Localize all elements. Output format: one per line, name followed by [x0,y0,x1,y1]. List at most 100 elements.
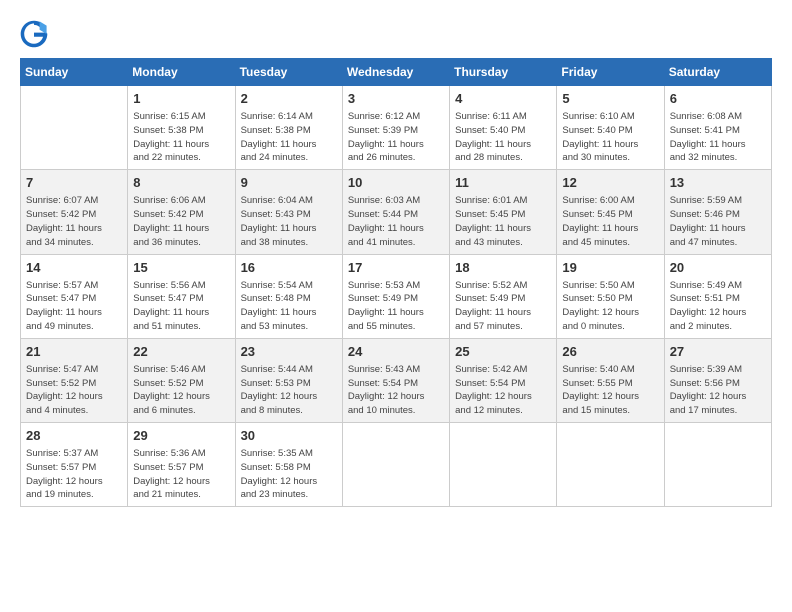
calendar-cell: 22 Sunrise: 5:46 AM Sunset: 5:52 PM Dayli… [128,338,235,422]
calendar-cell [21,86,128,170]
day-info: Sunrise: 6:01 AM Sunset: 5:45 PM Dayligh… [455,194,551,249]
day-number: 20 [670,259,766,277]
day-info: Sunrise: 5:43 AM Sunset: 5:54 PM Dayligh… [348,363,444,418]
day-info: Sunrise: 5:50 AM Sunset: 5:50 PM Dayligh… [562,279,658,334]
calendar-cell: 21 Sunrise: 5:47 AM Sunset: 5:52 PM Dayli… [21,338,128,422]
calendar-header-row: SundayMondayTuesdayWednesdayThursdayFrid… [21,59,772,86]
calendar-cell: 13 Sunrise: 5:59 AM Sunset: 5:46 PM Dayli… [664,170,771,254]
calendar-table: SundayMondayTuesdayWednesdayThursdayFrid… [20,58,772,507]
day-info: Sunrise: 5:46 AM Sunset: 5:52 PM Dayligh… [133,363,229,418]
day-number: 25 [455,343,551,361]
day-number: 8 [133,174,229,192]
day-info: Sunrise: 5:44 AM Sunset: 5:53 PM Dayligh… [241,363,337,418]
page-wrapper: SundayMondayTuesdayWednesdayThursdayFrid… [20,20,772,507]
calendar-cell: 6 Sunrise: 6:08 AM Sunset: 5:41 PM Daylig… [664,86,771,170]
day-number: 6 [670,90,766,108]
calendar-cell: 1 Sunrise: 6:15 AM Sunset: 5:38 PM Daylig… [128,86,235,170]
calendar-cell [342,423,449,507]
day-info: Sunrise: 5:36 AM Sunset: 5:57 PM Dayligh… [133,447,229,502]
calendar-cell: 10 Sunrise: 6:03 AM Sunset: 5:44 PM Dayli… [342,170,449,254]
day-number: 2 [241,90,337,108]
calendar-cell: 5 Sunrise: 6:10 AM Sunset: 5:40 PM Daylig… [557,86,664,170]
calendar-week-row: 14 Sunrise: 5:57 AM Sunset: 5:47 PM Dayli… [21,254,772,338]
calendar-cell: 9 Sunrise: 6:04 AM Sunset: 5:43 PM Daylig… [235,170,342,254]
day-number: 3 [348,90,444,108]
calendar-cell [450,423,557,507]
day-number: 16 [241,259,337,277]
day-header-saturday: Saturday [664,59,771,86]
day-info: Sunrise: 6:06 AM Sunset: 5:42 PM Dayligh… [133,194,229,249]
calendar-week-row: 28 Sunrise: 5:37 AM Sunset: 5:57 PM Dayli… [21,423,772,507]
day-number: 14 [26,259,122,277]
day-info: Sunrise: 5:57 AM Sunset: 5:47 PM Dayligh… [26,279,122,334]
calendar-cell: 14 Sunrise: 5:57 AM Sunset: 5:47 PM Dayli… [21,254,128,338]
day-info: Sunrise: 6:00 AM Sunset: 5:45 PM Dayligh… [562,194,658,249]
logo [20,20,52,48]
day-info: Sunrise: 6:11 AM Sunset: 5:40 PM Dayligh… [455,110,551,165]
day-number: 13 [670,174,766,192]
calendar-cell: 11Sunrise: 6:01 AM Sunset: 5:45 PM Dayli… [450,170,557,254]
day-info: Sunrise: 5:59 AM Sunset: 5:46 PM Dayligh… [670,194,766,249]
day-number: 24 [348,343,444,361]
day-number: 5 [562,90,658,108]
day-info: Sunrise: 5:40 AM Sunset: 5:55 PM Dayligh… [562,363,658,418]
day-header-sunday: Sunday [21,59,128,86]
day-info: Sunrise: 6:14 AM Sunset: 5:38 PM Dayligh… [241,110,337,165]
calendar-cell: 4 Sunrise: 6:11 AM Sunset: 5:40 PM Daylig… [450,86,557,170]
calendar-cell: 24 Sunrise: 5:43 AM Sunset: 5:54 PM Dayli… [342,338,449,422]
day-number: 7 [26,174,122,192]
day-number: 19 [562,259,658,277]
logo-icon [20,20,48,48]
calendar-week-row: 21 Sunrise: 5:47 AM Sunset: 5:52 PM Dayli… [21,338,772,422]
calendar-cell: 2 Sunrise: 6:14 AM Sunset: 5:38 PM Daylig… [235,86,342,170]
day-number: 27 [670,343,766,361]
day-number: 1 [133,90,229,108]
day-header-monday: Monday [128,59,235,86]
day-number: 21 [26,343,122,361]
calendar-cell: 29 Sunrise: 5:36 AM Sunset: 5:57 PM Dayli… [128,423,235,507]
calendar-cell: 7Sunrise: 6:07 AM Sunset: 5:42 PM Daylig… [21,170,128,254]
calendar-cell [557,423,664,507]
calendar-cell: 19 Sunrise: 5:50 AM Sunset: 5:50 PM Dayli… [557,254,664,338]
calendar-cell: 16 Sunrise: 5:54 AM Sunset: 5:48 PM Dayli… [235,254,342,338]
calendar-cell: 20Sunrise: 5:49 AM Sunset: 5:51 PM Dayli… [664,254,771,338]
calendar-cell [664,423,771,507]
day-info: Sunrise: 6:08 AM Sunset: 5:41 PM Dayligh… [670,110,766,165]
day-header-tuesday: Tuesday [235,59,342,86]
day-number: 15 [133,259,229,277]
calendar-cell: 15 Sunrise: 5:56 AM Sunset: 5:47 PM Dayli… [128,254,235,338]
day-number: 23 [241,343,337,361]
day-header-friday: Friday [557,59,664,86]
day-number: 17 [348,259,444,277]
day-info: Sunrise: 5:53 AM Sunset: 5:49 PM Dayligh… [348,279,444,334]
day-info: Sunrise: 6:04 AM Sunset: 5:43 PM Dayligh… [241,194,337,249]
day-info: Sunrise: 5:35 AM Sunset: 5:58 PM Dayligh… [241,447,337,502]
day-info: Sunrise: 5:56 AM Sunset: 5:47 PM Dayligh… [133,279,229,334]
day-info: Sunrise: 5:42 AM Sunset: 5:54 PM Dayligh… [455,363,551,418]
day-number: 10 [348,174,444,192]
calendar-cell: 3Sunrise: 6:12 AM Sunset: 5:39 PM Daylig… [342,86,449,170]
day-number: 28 [26,427,122,445]
header [20,20,772,48]
calendar-cell: 27Sunrise: 5:39 AM Sunset: 5:56 PM Dayli… [664,338,771,422]
day-info: Sunrise: 5:47 AM Sunset: 5:52 PM Dayligh… [26,363,122,418]
day-info: Sunrise: 6:03 AM Sunset: 5:44 PM Dayligh… [348,194,444,249]
day-info: Sunrise: 6:15 AM Sunset: 5:38 PM Dayligh… [133,110,229,165]
day-number: 30 [241,427,337,445]
day-info: Sunrise: 5:54 AM Sunset: 5:48 PM Dayligh… [241,279,337,334]
calendar-cell: 8 Sunrise: 6:06 AM Sunset: 5:42 PM Daylig… [128,170,235,254]
day-header-thursday: Thursday [450,59,557,86]
calendar-week-row: 7Sunrise: 6:07 AM Sunset: 5:42 PM Daylig… [21,170,772,254]
calendar-week-row: 1 Sunrise: 6:15 AM Sunset: 5:38 PM Daylig… [21,86,772,170]
day-number: 9 [241,174,337,192]
calendar-cell: 25 Sunrise: 5:42 AM Sunset: 5:54 PM Dayli… [450,338,557,422]
calendar-cell: 18Sunrise: 5:52 AM Sunset: 5:49 PM Dayli… [450,254,557,338]
calendar-cell: 28 Sunrise: 5:37 AM Sunset: 5:57 PM Dayli… [21,423,128,507]
day-number: 26 [562,343,658,361]
day-number: 4 [455,90,551,108]
day-number: 22 [133,343,229,361]
day-number: 29 [133,427,229,445]
day-info: Sunrise: 5:37 AM Sunset: 5:57 PM Dayligh… [26,447,122,502]
day-info: Sunrise: 6:10 AM Sunset: 5:40 PM Dayligh… [562,110,658,165]
calendar-cell: 17 Sunrise: 5:53 AM Sunset: 5:49 PM Dayli… [342,254,449,338]
